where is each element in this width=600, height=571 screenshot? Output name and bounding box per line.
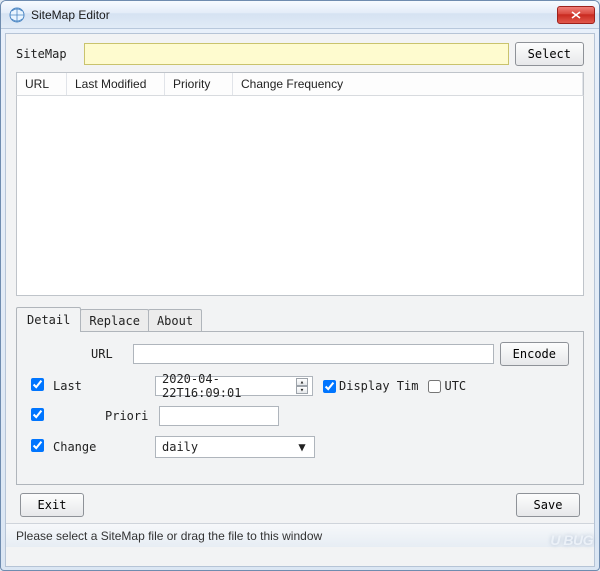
client-area: SiteMap Select URL Last Modified Priorit…: [5, 33, 595, 567]
lastmod-datetime[interactable]: 2020-04-22T16:09:01 ▴ ▾: [155, 376, 313, 396]
change-label: Change: [53, 440, 101, 454]
utc-label: UTC: [444, 379, 466, 393]
select-button[interactable]: Select: [515, 42, 584, 66]
col-url[interactable]: URL: [17, 73, 67, 95]
close-button[interactable]: [557, 6, 595, 24]
spinner-up-icon[interactable]: ▴: [296, 378, 308, 386]
save-button[interactable]: Save: [516, 493, 580, 517]
row-lastmod: Last 2020-04-22T16:09:01 ▴ ▾ Display Tim: [31, 376, 569, 396]
tab-about[interactable]: About: [148, 309, 202, 332]
sitemap-path-input[interactable]: [84, 43, 509, 65]
row-priority: Priori: [31, 406, 569, 426]
utc-checkbox[interactable]: [428, 380, 441, 393]
tab-detail[interactable]: Detail: [16, 307, 81, 332]
priority-label: Priori: [105, 409, 159, 423]
tabs-wrap: Detail Replace About URL Encode Last 202…: [16, 306, 584, 485]
col-priority[interactable]: Priority: [165, 73, 233, 95]
tab-panel-detail: URL Encode Last 2020-04-22T16:09:01 ▴ ▾: [16, 331, 584, 485]
url-label: URL: [91, 347, 129, 361]
bottom-bar: Exit Save: [6, 485, 594, 521]
grid-body[interactable]: [16, 96, 584, 296]
status-text: Please select a SiteMap file or drag the…: [16, 529, 322, 543]
col-last-modified[interactable]: Last Modified: [67, 73, 165, 95]
grid-header[interactable]: URL Last Modified Priority Change Freque…: [16, 72, 584, 96]
lastmod-value: 2020-04-22T16:09:01: [162, 372, 293, 400]
grid-wrap: URL Last Modified Priority Change Freque…: [6, 72, 594, 296]
encode-button[interactable]: Encode: [500, 342, 569, 366]
change-checkbox[interactable]: [31, 439, 44, 452]
change-frequency-combo[interactable]: daily ▼: [155, 436, 315, 458]
col-change-frequency[interactable]: Change Frequency: [233, 73, 583, 95]
tab-strip: Detail Replace About: [16, 306, 584, 331]
priority-input[interactable]: [159, 406, 279, 426]
titlebar-left: SiteMap Editor: [9, 7, 110, 23]
sitemap-label: SiteMap: [16, 47, 78, 61]
url-input[interactable]: [133, 344, 494, 364]
datetime-spinner[interactable]: ▴ ▾: [296, 378, 308, 394]
display-time-label: Display Tim: [339, 379, 418, 393]
close-icon: [571, 11, 581, 19]
file-row: SiteMap Select: [6, 34, 594, 72]
titlebar[interactable]: SiteMap Editor: [1, 1, 599, 29]
window-title: SiteMap Editor: [31, 8, 110, 22]
exit-button[interactable]: Exit: [20, 493, 84, 517]
display-time-checkbox[interactable]: [323, 380, 336, 393]
tab-replace[interactable]: Replace: [80, 309, 149, 332]
status-bar: Please select a SiteMap file or drag the…: [6, 523, 594, 547]
spinner-down-icon[interactable]: ▾: [296, 386, 308, 394]
app-icon: [9, 7, 25, 23]
row-url: URL Encode: [31, 342, 569, 366]
window-frame: SiteMap Editor SiteMap Select URL Last M…: [0, 0, 600, 571]
row-change: Change daily ▼: [31, 436, 569, 458]
change-value: daily: [162, 440, 198, 454]
lastmod-checkbox[interactable]: [31, 378, 44, 391]
priority-checkbox[interactable]: [31, 408, 44, 421]
chevron-down-icon: ▼: [294, 440, 310, 454]
display-time-group: Display Tim: [323, 379, 428, 393]
utc-group: UTC: [428, 379, 476, 393]
lastmod-label: Last: [53, 379, 101, 393]
